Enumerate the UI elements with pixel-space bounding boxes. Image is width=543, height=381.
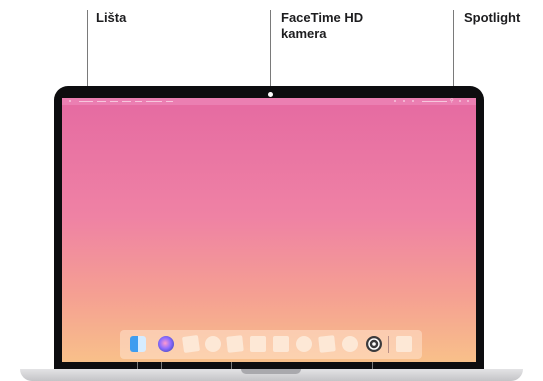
menu-item[interactable] [146,101,162,102]
system-preferences-icon[interactable] [366,336,382,352]
dock-separator [388,336,389,353]
menu-bar-callout: Lišta [96,10,127,25]
apple-menu-icon[interactable] [69,100,71,102]
dock [120,330,422,359]
desktop-screen: ⚲ [62,98,476,362]
menu-bar: ⚲ [62,98,476,105]
app-placeholder-icon[interactable] [226,335,244,353]
app-placeholder-icon[interactable] [296,336,312,352]
status-icon[interactable] [403,100,405,102]
menu-item[interactable] [135,101,142,102]
status-icon[interactable] [412,100,414,102]
menu-item[interactable] [110,101,118,102]
camera-leader [270,10,271,92]
menu-item[interactable] [122,101,131,102]
menu-item[interactable] [79,101,93,102]
camera-icon [268,92,273,97]
spotlight-callout: Spotlight [464,10,521,25]
laptop-opening-notch [241,369,301,374]
status-icon[interactable] [394,100,396,102]
app-placeholder-icon[interactable] [181,334,201,354]
app-placeholder-icon[interactable] [273,336,289,352]
trash-icon[interactable] [396,336,412,352]
app-placeholder-icon[interactable] [250,336,266,352]
menu-item[interactable] [97,101,106,102]
status-icon[interactable] [459,100,461,102]
app-placeholder-icon[interactable] [205,336,221,352]
menu-item[interactable] [166,101,173,102]
notification-center-icon[interactable] [467,100,469,102]
camera-callout: FaceTime HD kamera [281,10,364,41]
spotlight-icon[interactable]: ⚲ [450,99,454,104]
app-placeholder-icon[interactable] [342,336,358,352]
finder-icon[interactable] [130,336,146,352]
clock-placeholder [422,101,447,102]
app-placeholder-icon[interactable] [318,335,336,353]
siri-icon[interactable] [158,336,174,352]
